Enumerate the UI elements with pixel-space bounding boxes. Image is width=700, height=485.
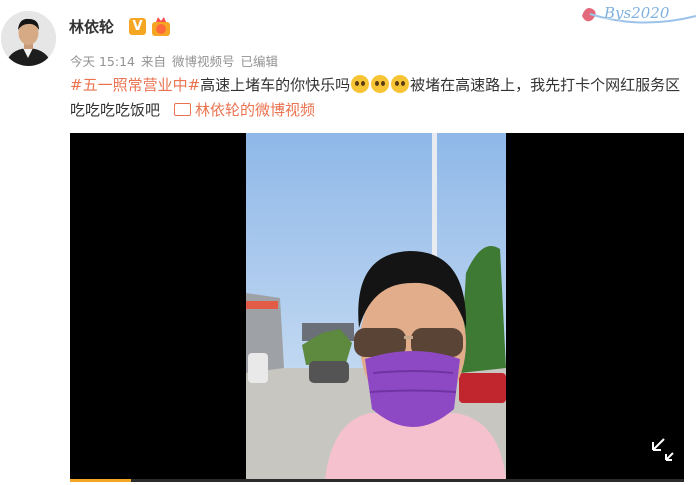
video-frame bbox=[70, 133, 684, 480]
post-meta: 今天 15:14 来自 微博视频号 已编辑 bbox=[70, 51, 284, 70]
post-time: 今天 15:14 bbox=[70, 54, 135, 69]
medal-icon bbox=[150, 16, 172, 38]
post-text-part1: 高速上堵车的你快乐吗 bbox=[200, 76, 351, 94]
watermark-text: Bys2020 bbox=[604, 4, 670, 22]
edited-label[interactable]: 已编辑 bbox=[241, 54, 279, 69]
crying-emoji-icon bbox=[391, 75, 410, 93]
video-player[interactable] bbox=[70, 133, 684, 480]
hashtag-link[interactable]: #五一照常营业中# bbox=[70, 76, 200, 94]
post-text: #五一照常营业中#高速上堵车的你快乐吗 被堵在高速路上，我先打卡个网红服务区吃吃吃… bbox=[70, 73, 685, 123]
post-source-link[interactable]: 微博视频号 bbox=[172, 54, 235, 69]
crying-emoji-icon bbox=[351, 75, 370, 93]
author-name[interactable]: 林依轮 bbox=[69, 16, 114, 37]
video-link-icon bbox=[174, 103, 192, 116]
verified-icon: V bbox=[129, 18, 146, 35]
video-source-link[interactable]: 林依轮的微博视频 bbox=[195, 101, 315, 119]
crying-emoji-icon bbox=[371, 75, 390, 93]
avatar[interactable] bbox=[1, 11, 56, 66]
video-progress-fill bbox=[70, 479, 132, 482]
post-source-prefix: 来自 bbox=[141, 54, 167, 69]
video-progress-bar[interactable] bbox=[70, 479, 684, 482]
